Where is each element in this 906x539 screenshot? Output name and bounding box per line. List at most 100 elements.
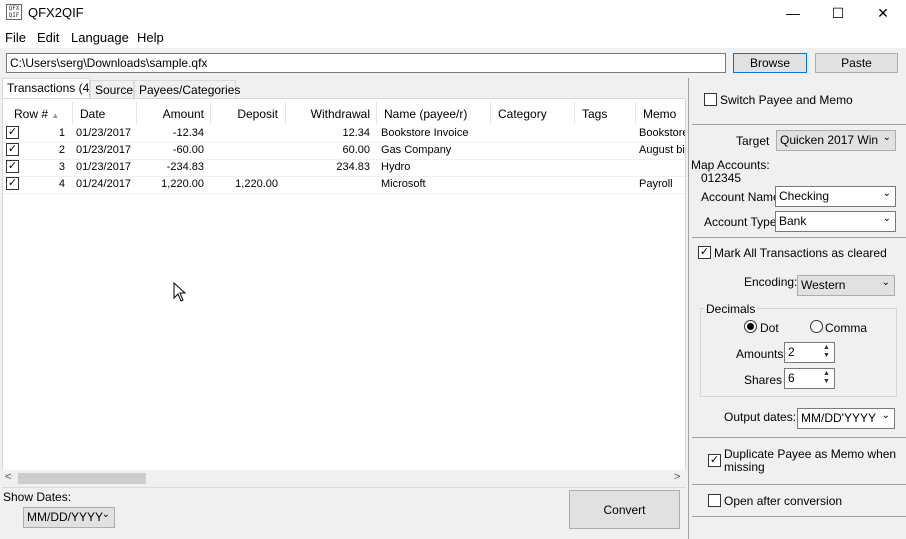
output-dates-select[interactable]: MM/DD'YYYY ⌄ <box>797 408 895 429</box>
decimal-comma-label: Comma <box>825 321 868 335</box>
cell-memo: Payroll <box>639 178 673 190</box>
column-header-withdrawal[interactable]: Withdrawal <box>285 107 370 121</box>
menu-language[interactable]: Language <box>71 30 129 45</box>
section-divider <box>692 124 906 125</box>
show-dates-select[interactable]: MM/DD/YYYY ⌄ <box>23 507 115 528</box>
sort-ascending-icon: ▲ <box>51 111 60 120</box>
column-separator[interactable] <box>574 102 575 124</box>
column-header-row-number[interactable]: Row # ▲ <box>14 107 59 121</box>
column-header-memo[interactable]: Memo <box>643 107 676 121</box>
shares-label: Shares <box>744 373 783 387</box>
switch-payee-memo-label: Switch Payee and Memo <box>720 93 853 107</box>
cell-date: 01/23/2017 <box>76 161 132 173</box>
table-row[interactable]: ✓ 1 01/23/2017 -12.34 12.34 Bookstore In… <box>3 125 686 142</box>
window-title: QFX2QIF <box>28 5 84 20</box>
column-separator[interactable] <box>635 102 636 124</box>
paste-button[interactable]: Paste <box>815 53 898 73</box>
mark-cleared-label: Mark All Transactions as cleared <box>714 246 887 260</box>
account-type-value: Bank <box>779 214 807 228</box>
row-checkbox[interactable]: ✓ <box>6 126 19 139</box>
target-select[interactable]: Quicken 2017 Win ⌄ <box>776 130 896 151</box>
output-dates-value: MM/DD'YYYY <box>801 411 876 425</box>
scroll-right-icon[interactable]: > <box>674 471 680 483</box>
transactions-grid[interactable]: Row # ▲ Date Amount Deposit Withdrawal N… <box>2 98 686 488</box>
tab-transactions[interactable]: Transactions (4) <box>2 78 93 99</box>
section-divider <box>692 516 906 517</box>
account-type-select[interactable]: Bank ⌄ <box>775 211 896 232</box>
cell-withdrawal: 60.00 <box>342 144 370 156</box>
amounts-stepper[interactable]: 2 ▲ ▼ <box>784 342 835 363</box>
chevron-down-icon: ⌄ <box>882 213 891 224</box>
duplicate-payee-checkbox[interactable]: ✓ <box>708 454 721 467</box>
chevron-down-icon: ⌄ <box>881 410 890 421</box>
cell-name: Gas Company <box>381 144 452 156</box>
switch-payee-memo-checkbox[interactable] <box>704 93 717 106</box>
row-checkbox[interactable]: ✓ <box>6 160 19 173</box>
section-divider <box>692 484 906 485</box>
column-header-deposit[interactable]: Deposit <box>210 107 278 121</box>
browse-button[interactable]: Browse <box>733 53 807 73</box>
column-header-tags[interactable]: Tags <box>582 107 607 121</box>
decimal-dot-radio[interactable] <box>744 320 757 333</box>
duplicate-payee-label: Duplicate Payee as Memo when missing <box>724 447 897 474</box>
mouse-cursor-icon <box>173 282 187 302</box>
mark-cleared-checkbox[interactable]: ✓ <box>698 246 711 259</box>
row-checkbox[interactable]: ✓ <box>6 143 19 156</box>
open-after-checkbox[interactable] <box>708 494 721 507</box>
column-header-amount[interactable]: Amount <box>136 107 204 121</box>
menu-edit[interactable]: Edit <box>37 30 59 45</box>
menu-help[interactable]: Help <box>137 30 164 45</box>
cell-date: 01/23/2017 <box>76 127 132 139</box>
account-id: 012345 <box>701 171 742 185</box>
encoding-select[interactable]: Western ⌄ <box>797 275 895 296</box>
account-name-label: Account Name: <box>701 190 784 204</box>
close-button[interactable]: ✕ <box>860 0 906 26</box>
tab-source[interactable]: Source <box>90 80 134 99</box>
column-header-date[interactable]: Date <box>80 107 105 121</box>
cell-row-number: 1 <box>58 127 65 139</box>
menu-file[interactable]: File <box>5 30 26 45</box>
decimal-comma-radio[interactable] <box>810 320 823 333</box>
encoding-label: Encoding: <box>744 275 798 289</box>
target-label: Target <box>736 134 770 148</box>
open-after-label: Open after conversion <box>724 494 843 508</box>
column-separator[interactable] <box>490 102 491 124</box>
show-dates-value: MM/DD/YYYY <box>27 510 104 524</box>
cell-row-number: 3 <box>58 161 65 173</box>
account-type-label: Account Type: <box>704 215 780 229</box>
shares-stepper[interactable]: 6 ▲ ▼ <box>784 368 835 389</box>
chevron-down-icon: ⌄ <box>881 277 890 288</box>
cell-memo: August bil <box>639 144 686 156</box>
table-row[interactable]: ✓ 4 01/24/2017 1,220.00 1,220.00 Microso… <box>3 176 685 193</box>
table-row[interactable]: ✓ 2 01/23/2017 -60.00 60.00 Gas Company … <box>3 142 686 159</box>
cell-withdrawal: 12.34 <box>342 127 370 139</box>
column-header-name[interactable]: Name (payee/r) <box>384 107 467 121</box>
scroll-left-icon[interactable]: < <box>5 471 11 483</box>
column-separator[interactable] <box>376 102 377 124</box>
shares-value: 6 <box>788 371 795 385</box>
maximize-button[interactable]: ☐ <box>815 0 861 26</box>
target-value: Quicken 2017 Win <box>780 133 879 147</box>
minimize-button[interactable]: — <box>770 0 816 26</box>
cell-name: Microsoft <box>381 178 426 190</box>
horizontal-scrollbar[interactable]: < > <box>2 470 686 487</box>
spinner-arrows-icon[interactable]: ▲ ▼ <box>820 344 833 362</box>
chevron-down-icon: ⌄ <box>882 188 891 199</box>
file-path-input[interactable]: C:\Users\serg\Downloads\sample.qfx <box>6 53 726 73</box>
show-dates-label: Show Dates: <box>3 490 72 504</box>
scrollbar-thumb[interactable] <box>18 473 146 484</box>
map-accounts-label: Map Accounts: <box>691 158 770 172</box>
table-row[interactable]: ✓ 3 01/23/2017 -234.83 234.83 Hydro <box>3 159 685 176</box>
cell-name: Bookstore Invoice <box>381 127 469 139</box>
column-header-category[interactable]: Category <box>498 107 547 121</box>
account-name-value: Checking <box>779 189 830 203</box>
column-separator[interactable] <box>72 102 73 124</box>
account-name-select[interactable]: Checking ⌄ <box>775 186 896 207</box>
spinner-arrows-icon[interactable]: ▲ ▼ <box>820 370 833 388</box>
row-checkbox[interactable]: ✓ <box>6 177 19 190</box>
cell-memo: Bookstore <box>639 127 686 139</box>
cell-row-number: 2 <box>58 144 65 156</box>
amounts-label: Amounts <box>736 347 784 361</box>
convert-button[interactable]: Convert <box>569 490 680 529</box>
tab-payees-categories[interactable]: Payees/Categories <box>134 80 240 99</box>
